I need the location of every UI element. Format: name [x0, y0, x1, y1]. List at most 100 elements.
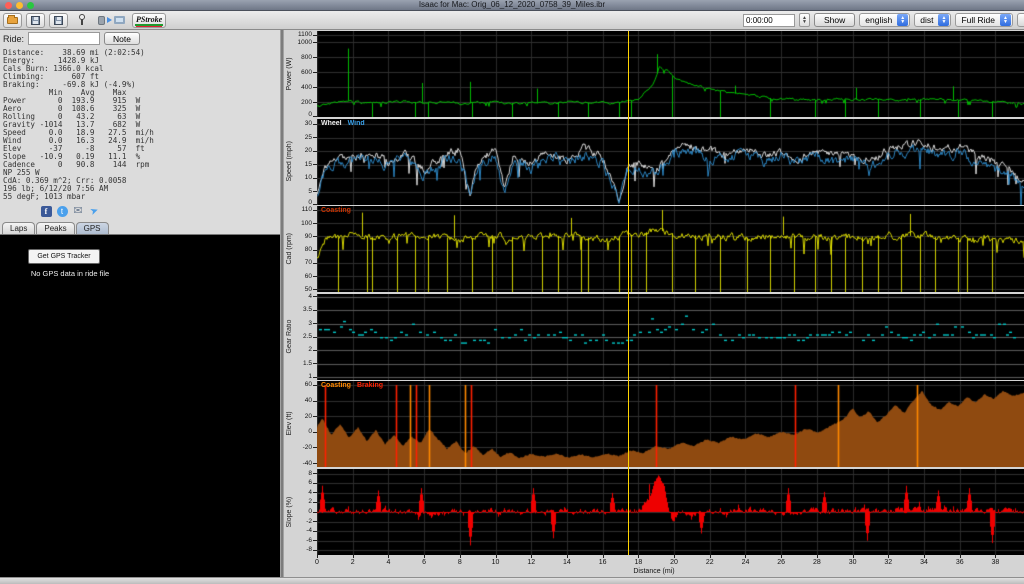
chart-cadence: Cad (rpm)1101009080706050Coasting — [284, 206, 1024, 292]
x-tick-mark — [745, 554, 746, 558]
facebook-icon[interactable]: f — [41, 206, 52, 217]
gps-no-data-message: No GPS data in ride file — [0, 269, 140, 278]
y-tick-label: 3 — [308, 320, 312, 327]
upload-to-device-button[interactable] — [95, 13, 128, 28]
x-tick-label: 12 — [527, 559, 535, 566]
plot-power[interactable] — [317, 31, 1024, 117]
y-tick-label: 80 — [305, 246, 312, 253]
y-tick-label: 4 — [308, 293, 312, 300]
ride-label: Ride: — [3, 34, 24, 44]
plot-cadence[interactable]: Coasting — [317, 206, 1024, 292]
ride-name-input[interactable] — [28, 32, 100, 45]
transfer-arrow-icon — [107, 17, 112, 23]
stats-line: 55 degF; 1013 mbar — [3, 193, 280, 201]
x-tick-label: 32 — [884, 559, 892, 566]
y-tick-label: 70 — [305, 259, 312, 266]
range-dropdown[interactable]: Full Ride ▲▼ — [955, 13, 1013, 27]
y-axis-slope: Slope (%)86420-2-4-6-8 — [284, 469, 317, 555]
window-titlebar[interactable]: Isaac for Mac: Orig_06_12_2020_0758_39_M… — [0, 0, 1024, 11]
x-tick-label: 30 — [849, 559, 857, 566]
y-axis-power: Power (W)110010008006004002000 — [284, 31, 317, 117]
x-tick-mark — [603, 554, 604, 558]
twitter-icon[interactable]: t — [57, 206, 68, 217]
show-button[interactable]: Show — [814, 13, 855, 27]
note-button[interactable]: Note — [104, 32, 140, 45]
y-tick-label: 40 — [305, 397, 312, 404]
y-tick-label: 0 — [308, 428, 312, 435]
x-tick-mark — [496, 554, 497, 558]
y-tick-label: 90 — [305, 233, 312, 240]
y-tick-label: -20 — [303, 444, 312, 451]
x-tick-mark — [424, 554, 425, 558]
close-window-button[interactable] — [5, 2, 12, 9]
save-as-icon — [54, 16, 63, 25]
plot-slope[interactable] — [317, 469, 1024, 555]
x-tick-mark — [638, 554, 639, 558]
dropdown-arrows-icon: ▲▼ — [1000, 14, 1011, 26]
mode-dropdown[interactable]: dist ▲▼ — [914, 13, 951, 27]
minimize-window-button[interactable] — [16, 2, 23, 9]
y-axis-label: Elev (ft) — [285, 381, 294, 467]
y-tick-label: 5 — [308, 188, 312, 195]
charts-region: Power (W)110010008006004002000Speed (mph… — [284, 30, 1024, 577]
legend: Coasting — [321, 207, 351, 214]
x-tick-label: 18 — [634, 559, 642, 566]
share-icon[interactable]: ➤ — [87, 204, 101, 218]
plot-elevation[interactable]: CoastingBraking — [317, 381, 1024, 467]
plot-gear[interactable] — [317, 294, 1024, 380]
mode-dropdown-value: dist — [920, 15, 933, 25]
mail-icon[interactable]: ✉ — [73, 206, 84, 217]
x-tick-mark — [460, 554, 461, 558]
range-dropdown-value: Full Ride — [961, 15, 995, 25]
open-file-button[interactable] — [3, 13, 22, 28]
y-tick-label: 20 — [305, 413, 312, 420]
tab-laps[interactable]: Laps — [2, 222, 35, 234]
save-button[interactable] — [26, 13, 45, 28]
y-tick-label: 2 — [308, 346, 312, 353]
x-tick-label: 8 — [458, 559, 462, 566]
y-tick-label: 4 — [308, 489, 312, 496]
get-gps-tracker-button[interactable]: Get GPS Tracker — [28, 249, 100, 264]
y-tick-label: 25 — [305, 134, 312, 141]
time-stepper[interactable]: ▲▼ — [799, 13, 810, 27]
x-tick-label: 14 — [563, 559, 571, 566]
y-tick-label: 110 — [302, 206, 312, 213]
units-dropdown[interactable]: english ▲▼ — [859, 13, 910, 27]
cursor-line[interactable] — [628, 31, 629, 555]
y-tick-label: 100 — [301, 220, 312, 227]
dropdown-arrows-icon: ▲▼ — [897, 14, 908, 26]
save-as-button[interactable] — [49, 13, 68, 28]
pstroke-button[interactable]: PStroke — [132, 13, 166, 28]
chart-gear: Gear Ratio43.532.521.51 — [284, 294, 1024, 380]
y-tick-label: 2 — [308, 498, 312, 505]
x-tick-label: 20 — [670, 559, 678, 566]
app-window: Isaac for Mac: Orig_06_12_2020_0758_39_M… — [0, 0, 1024, 584]
y-axis-label: Gear Ratio — [285, 294, 294, 380]
tab-peaks[interactable]: Peaks — [36, 222, 74, 234]
open-folder-icon — [7, 17, 18, 24]
y-tick-label: -6 — [306, 537, 312, 544]
y-tick-label: 1100 — [298, 31, 312, 38]
time-input[interactable] — [743, 14, 795, 27]
chart-elevation: Elev (ft)6040200-20-40CoastingBraking — [284, 381, 1024, 467]
usb-download-button[interactable] — [72, 13, 91, 28]
x-tick-label: 26 — [777, 559, 785, 566]
computer-icon — [114, 16, 125, 24]
y-tick-label: -8 — [306, 546, 312, 553]
units-dropdown-value: english — [865, 15, 892, 25]
plot-speed[interactable]: WheelWind — [317, 119, 1024, 205]
pstroke-logo: PStroke — [135, 15, 163, 26]
x-tick-label: 10 — [492, 559, 500, 566]
y-tick-label: 15 — [305, 161, 312, 168]
x-tick-mark — [388, 554, 389, 558]
share-icons: f t ✉ ➤ — [0, 206, 140, 217]
y-tick-label: -40 — [303, 460, 312, 467]
tab-gps[interactable]: GPS — [76, 222, 109, 234]
save-icon — [31, 16, 40, 25]
x-tick-label: 6 — [422, 559, 426, 566]
y-tick-label: 60 — [305, 273, 312, 280]
y-tick-label: 30 — [305, 120, 312, 127]
x-tick-mark — [817, 554, 818, 558]
zoom-window-button[interactable] — [27, 2, 34, 9]
clipped-toolbar-button[interactable] — [1017, 13, 1024, 27]
